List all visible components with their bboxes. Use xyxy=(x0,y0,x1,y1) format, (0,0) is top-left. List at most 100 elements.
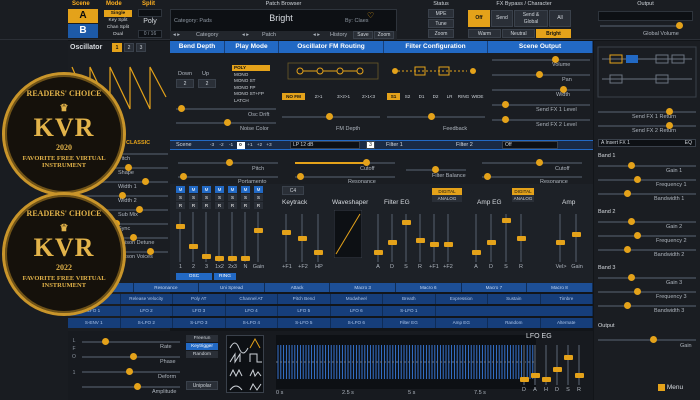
mode-chan-split[interactable]: Chan Split xyxy=(104,24,132,31)
lfo-trigger-option[interactable]: Random xyxy=(186,351,218,358)
eq-param-slider[interactable] xyxy=(634,288,641,295)
scene-b-button[interactable]: B xyxy=(68,24,98,38)
amp-eg-fader[interactable] xyxy=(502,218,511,223)
mod-source[interactable]: LFO 2 xyxy=(120,306,173,316)
lfo-shape-grid[interactable] xyxy=(226,335,264,393)
filter-eg-fader[interactable] xyxy=(388,240,397,245)
eq-param-slider[interactable] xyxy=(624,302,631,309)
mixer-button-m[interactable]: M xyxy=(254,186,263,193)
neutral-button[interactable]: Neutral xyxy=(502,29,535,38)
filter-mode-option[interactable]: D1 xyxy=(415,93,428,100)
octave-option[interactable]: 0 xyxy=(236,142,245,149)
mixer-button-s[interactable]: S xyxy=(241,194,250,201)
mod-source[interactable]: S-LFO 1 xyxy=(383,306,436,316)
fx-off-button[interactable]: Off xyxy=(468,10,490,27)
filter-eg-fader[interactable] xyxy=(416,238,425,243)
mod-source[interactable]: Macro 3 xyxy=(330,283,396,292)
history-nav[interactable]: History xyxy=(330,32,347,38)
eq-param-slider[interactable] xyxy=(628,274,635,281)
menu-button[interactable]: Menu xyxy=(658,384,696,396)
filter1-type-dropdown[interactable]: LP 12 dB xyxy=(290,141,360,149)
resonance1-slider[interactable] xyxy=(297,173,304,180)
octave-option[interactable]: +3 xyxy=(265,142,273,149)
mod-source[interactable]: Resonance xyxy=(133,283,200,292)
mod-source[interactable]: LFO 4 xyxy=(225,306,278,316)
play-mode-item[interactable]: MONO ST+FP xyxy=(232,91,270,97)
amp-eg-fader[interactable] xyxy=(487,240,496,245)
filter-balance-slider[interactable] xyxy=(432,166,439,173)
mixer-button-m[interactable]: M xyxy=(241,186,250,193)
mod-source[interactable]: Macro 6 xyxy=(396,283,462,292)
fx-all-button[interactable]: All xyxy=(549,10,571,27)
mixer-button-r[interactable]: R xyxy=(176,202,185,209)
cutoff1-slider[interactable] xyxy=(363,159,370,166)
lfo-trigger-option[interactable]: Freerun xyxy=(186,335,218,342)
mod-source[interactable]: Modwheel xyxy=(330,294,383,304)
filter2-type-dropdown[interactable]: Off xyxy=(502,141,558,149)
octave-option[interactable]: -1 xyxy=(227,142,235,149)
mod-source[interactable]: Timbre xyxy=(540,294,593,304)
lfo-eg-fader[interactable] xyxy=(520,377,529,382)
eq-param-slider[interactable] xyxy=(628,218,635,225)
filter-eg-digital[interactable]: DIGITAL xyxy=(432,188,462,195)
fx-send-button[interactable]: Send xyxy=(491,10,513,27)
play-mode-item[interactable]: LATCH xyxy=(232,98,270,104)
mixer-button-m[interactable]: M xyxy=(176,186,185,193)
mod-source[interactable]: Random xyxy=(488,318,541,328)
mod-source[interactable]: S-LFO 3 xyxy=(173,318,226,328)
mixer-fader[interactable] xyxy=(176,224,185,229)
patch-prev-icon[interactable]: ◂ ▸ xyxy=(242,32,249,38)
filter-eg-fader[interactable] xyxy=(430,242,439,247)
mode-dual[interactable]: Dual xyxy=(104,31,132,38)
bright-button[interactable]: Bright xyxy=(536,29,571,38)
mixer-button-s[interactable]: S xyxy=(254,194,263,201)
save-button[interactable]: Save xyxy=(353,31,373,39)
mod-source[interactable]: S-LFO 4 xyxy=(225,318,278,328)
osc-tab-1[interactable]: 1 xyxy=(112,43,122,52)
filter-eg-analog[interactable]: ANALOG xyxy=(432,195,462,202)
mixer-fader[interactable] xyxy=(189,244,198,249)
fx-routing-diagram[interactable] xyxy=(596,45,698,99)
keytrack-fader[interactable] xyxy=(282,230,291,235)
cutoff2-slider[interactable] xyxy=(536,159,543,166)
patch-nav[interactable]: Patch xyxy=(262,32,276,38)
insert-fx-dropdown[interactable]: A Insert FX 1 EQ xyxy=(598,139,696,147)
mixer-button-m[interactable]: M xyxy=(228,186,237,193)
play-mode-item[interactable]: MONO FP xyxy=(232,85,270,91)
mod-source[interactable]: Breath xyxy=(383,294,436,304)
filter-eg-fader[interactable] xyxy=(444,242,453,247)
amp-eg-analog[interactable]: ANALOG xyxy=(512,195,534,202)
lfo-eg-fader[interactable] xyxy=(564,355,573,360)
mod-source[interactable]: LFO 5 xyxy=(278,306,331,316)
mixer-fader[interactable] xyxy=(241,256,250,261)
mixer-button-r[interactable]: R xyxy=(202,202,211,209)
eq-param-slider[interactable] xyxy=(624,190,631,197)
octave-option[interactable]: +2 xyxy=(256,142,264,149)
resonance2-slider[interactable] xyxy=(484,173,491,180)
mixer-button-r[interactable]: R xyxy=(241,202,250,209)
mod-source[interactable]: Expression xyxy=(435,294,488,304)
mod-source[interactable]: Sustain xyxy=(488,294,541,304)
scene-output-slider[interactable] xyxy=(502,116,509,123)
fx-gain-slider[interactable] xyxy=(650,336,657,343)
eq-param-slider[interactable] xyxy=(634,232,641,239)
osc-param-slider[interactable] xyxy=(142,178,149,185)
mod-source[interactable]: Pitch Bend xyxy=(278,294,331,304)
mixer-button-r[interactable]: R xyxy=(254,202,263,209)
lfo-param-slider[interactable] xyxy=(126,368,133,375)
play-mode-item[interactable]: POLY xyxy=(232,65,270,71)
filter1-subtype[interactable]: 3 xyxy=(366,141,375,149)
mod-source[interactable]: Release Velocity xyxy=(120,294,173,304)
filter-eg-fader[interactable] xyxy=(402,220,411,225)
fm-mode-option[interactable]: 2>1 xyxy=(307,93,330,100)
keytrack-fader[interactable] xyxy=(298,236,307,241)
mixer-fader[interactable] xyxy=(254,228,263,233)
filter-mode-option[interactable]: LR xyxy=(443,93,456,100)
mixer-button-s[interactable]: S xyxy=(176,194,185,201)
octave-option[interactable]: +1 xyxy=(246,142,254,149)
feedback-slider[interactable] xyxy=(428,113,435,120)
lfo-param-slider[interactable] xyxy=(134,383,141,390)
filter-mode-option[interactable]: S1 xyxy=(387,93,400,100)
osc-tab-3[interactable]: 3 xyxy=(136,43,146,52)
amp-eg-fader[interactable] xyxy=(472,250,481,255)
